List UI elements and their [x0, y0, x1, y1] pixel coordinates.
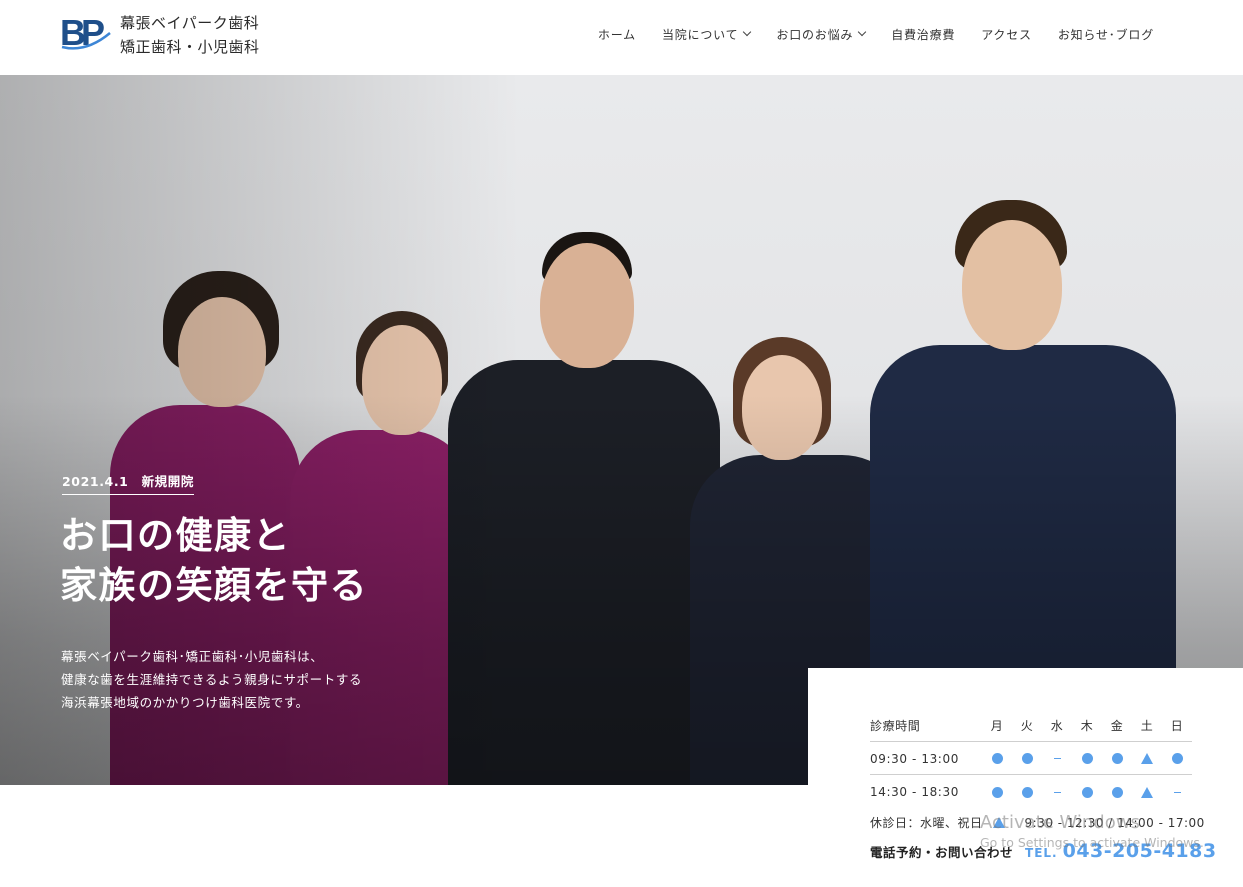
hours-cell-月 — [982, 753, 1012, 764]
day-mon: 月 — [990, 719, 1004, 733]
day-sun: 日 — [1170, 719, 1184, 733]
hours-cell-火 — [1012, 753, 1042, 764]
hero-title-line2: 家族の笑顔を守る — [60, 564, 368, 607]
nav-concerns[interactable]: お口のお悩み — [763, 25, 878, 43]
circle-icon — [1021, 786, 1033, 798]
hours-cell-土 — [1132, 753, 1162, 764]
nav-news-label: お知らせ･ブログ — [1057, 27, 1154, 42]
circle-icon — [1081, 753, 1093, 764]
chevron-down-icon — [743, 27, 752, 37]
circle-icon — [1081, 786, 1093, 798]
hours-cell-日 — [1162, 753, 1192, 764]
opening-date: 2021.4.1 新規開院 — [62, 471, 194, 495]
nav-about[interactable]: 当院について — [649, 25, 763, 43]
watermark-line1: Activate Windows — [980, 812, 1140, 833]
hours-time: 09:30 - 13:00 — [870, 751, 959, 766]
day-wed: 水 — [1050, 719, 1064, 733]
circle-icon — [1171, 753, 1183, 764]
dash-icon — [1053, 758, 1061, 759]
circle-icon — [1021, 753, 1033, 764]
site-header: B P 幕張ベイパーク歯科 矯正歯科・小児歯科 ホーム 当院について お口のお悩… — [0, 0, 1243, 75]
day-tue: 火 — [1020, 719, 1034, 733]
clinic-subtitle[interactable]: 矯正歯科・小児歯科 — [120, 36, 260, 57]
hero-desc-line2: 健康な歯を生涯維持できるよう親身にサポートする — [61, 672, 363, 687]
nav-fees[interactable]: 自費治療費 — [878, 25, 968, 43]
hero-desc-line1: 幕張ベイパーク歯科･矯正歯科･小児歯科は、 — [61, 649, 324, 664]
hours-cell-木 — [1072, 786, 1102, 798]
hours-cell-木 — [1072, 753, 1102, 764]
nav-about-label: 当院について — [661, 27, 739, 42]
nav-home[interactable]: ホーム — [585, 25, 649, 43]
day-thu: 木 — [1080, 719, 1094, 733]
hours-label: 診療時間 — [870, 719, 921, 733]
hours-cell-日 — [1162, 791, 1192, 793]
nav-home-label: ホーム — [597, 27, 636, 42]
hero-desc-line3: 海浜幕張地域のかかりつけ歯科医院です。 — [61, 695, 309, 710]
windows-activation-watermark: Activate Windows Go to Settings to activ… — [980, 812, 1204, 850]
hero-title-line1: お口の健康と — [60, 514, 291, 557]
closed-days: 休診日：水曜、祝日 — [870, 816, 983, 830]
circle-icon — [1111, 753, 1123, 764]
dash-icon — [1053, 791, 1061, 793]
nav-access[interactable]: アクセス — [968, 25, 1045, 43]
clinic-logo-icon[interactable]: B P — [60, 13, 112, 51]
hours-row-afternoon: 14:30 - 18:30 — [870, 776, 1192, 808]
hero-title: お口の健康と 家族の笑顔を守る — [60, 511, 368, 611]
dash-icon — [1173, 791, 1181, 793]
hours-row-morning: 09:30 - 13:00 — [870, 743, 1192, 775]
hours-cell-水 — [1042, 791, 1072, 793]
hours-cell-金 — [1102, 786, 1132, 798]
nav-fees-label: 自費治療費 — [891, 27, 956, 42]
main-nav: ホーム 当院について お口のお悩み 自費治療費 アクセス お知らせ･ブログ — [585, 25, 1167, 43]
clinic-name[interactable]: 幕張ベイパーク歯科 — [120, 12, 259, 33]
nav-concerns-label: お口のお悩み — [776, 27, 854, 42]
svg-text:P: P — [81, 13, 105, 51]
day-fri: 金 — [1110, 719, 1124, 733]
triangle-icon — [1141, 753, 1153, 764]
circle-icon — [1111, 786, 1123, 798]
watermark-line2: Go to Settings to activate Windows. — [980, 835, 1204, 850]
hours-time: 14:30 - 18:30 — [870, 785, 959, 799]
hours-header-row: 診療時間 月 火 水 木 金 土 日 — [870, 710, 1192, 742]
circle-icon — [991, 786, 1003, 798]
hero-description: 幕張ベイパーク歯科･矯正歯科･小児歯科は、 健康な歯を生涯維持できるよう親身にサ… — [61, 645, 362, 714]
chevron-down-icon — [857, 27, 867, 37]
hours-cell-土 — [1132, 786, 1162, 798]
day-sat: 土 — [1140, 719, 1154, 733]
nav-news[interactable]: お知らせ･ブログ — [1045, 25, 1167, 43]
hours-cell-金 — [1102, 753, 1132, 764]
hours-cell-月 — [982, 786, 1012, 798]
circle-icon — [991, 753, 1003, 764]
nav-access-label: アクセス — [981, 27, 1032, 42]
hours-cell-水 — [1042, 758, 1072, 759]
triangle-icon — [1141, 786, 1153, 798]
office-hours-panel: 診療時間 月 火 水 木 金 土 日 09:30 - 13:00 14:30 -… — [808, 668, 1243, 887]
hours-cell-火 — [1012, 786, 1042, 798]
